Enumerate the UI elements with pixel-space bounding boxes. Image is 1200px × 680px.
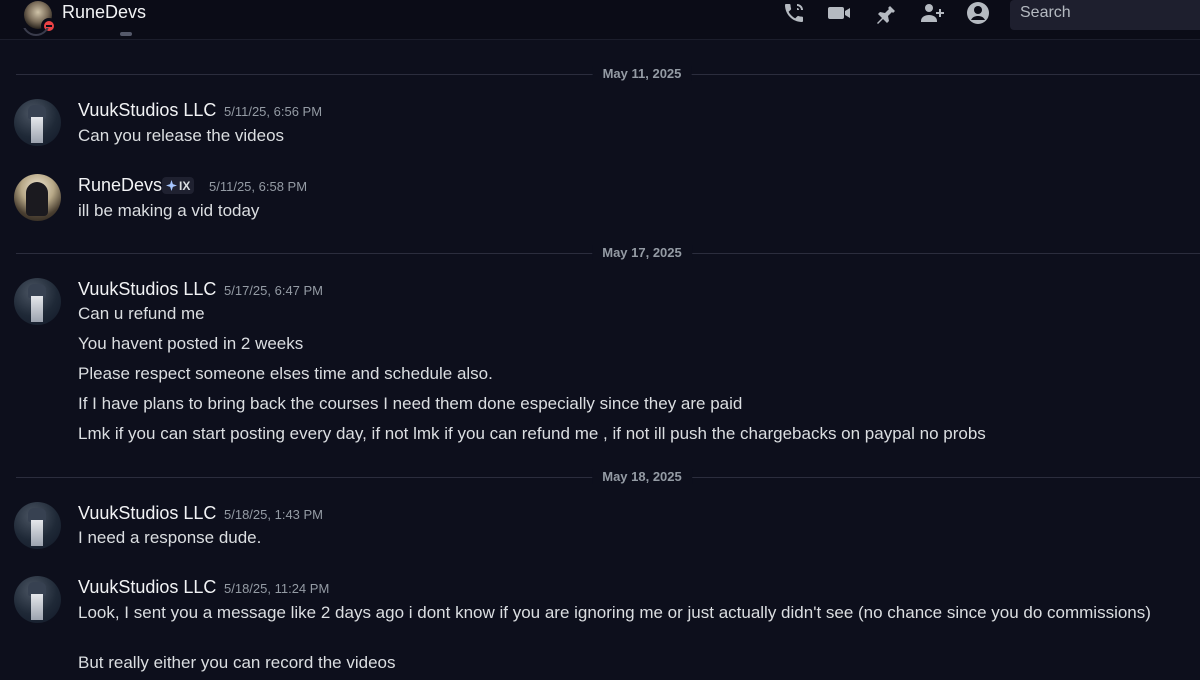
username[interactable]: VuukStudios LLC	[78, 279, 216, 300]
message-text: If I have plans to bring back the course…	[78, 394, 743, 413]
date-divider: May 17, 2025	[16, 245, 1200, 260]
server-tag[interactable]: IX	[162, 177, 195, 194]
message-timestamp: 5/17/25, 6:47 PM	[224, 283, 324, 298]
date-divider: May 11, 2025	[16, 66, 1200, 81]
date-divider-label: May 11, 2025	[592, 66, 692, 81]
previous-message-fragment	[120, 32, 132, 36]
message-text: Please respect someone elses time and sc…	[78, 364, 493, 383]
message-text: I need a response dude.	[78, 528, 262, 547]
date-divider-label: May 17, 2025	[592, 245, 692, 260]
sparkle-icon	[166, 180, 177, 191]
avatar[interactable]	[14, 576, 61, 623]
message-text: But really either you can record the vid…	[78, 653, 396, 672]
message-timestamp: 5/11/25, 6:56 PM	[224, 104, 323, 119]
message-text: Can you release the videos	[78, 126, 285, 145]
username[interactable]: VuukStudios LLC	[78, 100, 216, 121]
pin-icon[interactable]	[872, 0, 898, 26]
message-text: ill be making a vid today	[78, 201, 260, 220]
username[interactable]: RuneDevs	[78, 175, 162, 196]
add-friends-icon[interactable]	[919, 0, 945, 26]
dm-avatar[interactable]	[24, 1, 57, 34]
search-placeholder: Search	[1020, 4, 1071, 21]
message-text: Look, I sent you a message like 2 days a…	[78, 603, 1151, 622]
avatar[interactable]	[14, 174, 61, 221]
avatar[interactable]	[14, 278, 61, 325]
server-tag-label: IX	[179, 178, 191, 193]
date-divider: May 18, 2025	[16, 469, 1200, 484]
voice-call-icon[interactable]	[781, 0, 807, 26]
dm-header: RuneDevs Search	[0, 0, 1200, 40]
avatar[interactable]	[14, 502, 61, 549]
message-text: You havent posted in 2 weeks	[78, 334, 304, 353]
message-timestamp: 5/11/25, 6:58 PM	[209, 179, 308, 194]
avatar[interactable]	[14, 99, 61, 146]
username[interactable]: VuukStudios LLC	[78, 503, 216, 524]
date-divider-label: May 18, 2025	[592, 469, 692, 484]
message-timestamp: 5/18/25, 1:43 PM	[224, 507, 324, 522]
message-timestamp: 5/18/25, 11:24 PM	[224, 581, 330, 596]
video-call-icon[interactable]	[826, 0, 852, 26]
username[interactable]: VuukStudios LLC	[78, 577, 216, 598]
dm-title[interactable]: RuneDevs	[62, 2, 146, 23]
search-input[interactable]: Search	[1010, 0, 1200, 30]
message-text: Lmk if you can start posting every day, …	[78, 424, 986, 443]
previous-message-avatar	[22, 28, 50, 42]
message-text: Can u refund me	[78, 304, 205, 323]
user-profile-icon[interactable]	[965, 0, 991, 26]
